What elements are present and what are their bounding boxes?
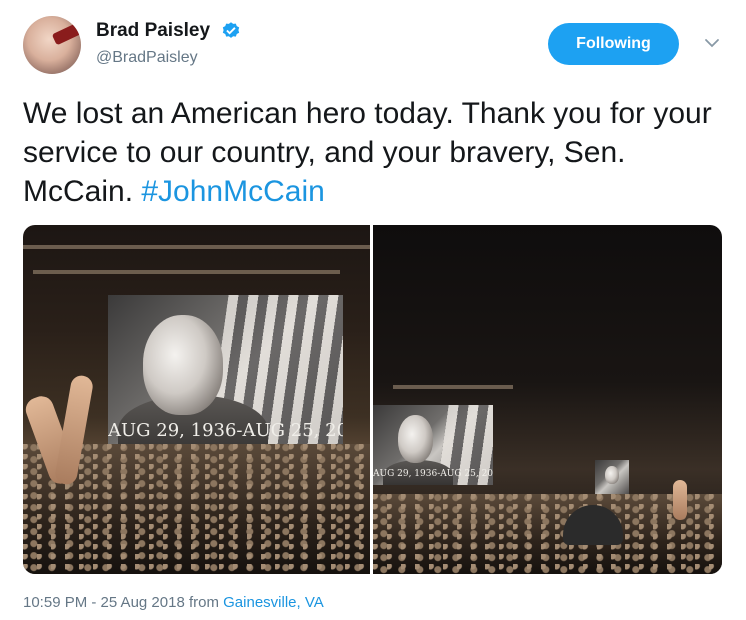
media-grid: AUG 29, 1936-AUG 25, 2018 AUG 29, 1936-A… <box>23 225 722 574</box>
tweet-text: We lost an American hero today. Thank yo… <box>23 94 723 211</box>
photo-1[interactable]: AUG 29, 1936-AUG 25, 2018 <box>23 225 370 574</box>
avatar[interactable] <box>23 16 81 74</box>
from-label: from <box>188 594 219 611</box>
hashtag-link[interactable]: #JohnMcCain <box>141 175 324 208</box>
stage-truss <box>393 385 513 389</box>
stage-truss <box>33 270 340 274</box>
stage-truss <box>23 245 370 249</box>
location-link[interactable]: Gainesville, VA <box>223 594 324 611</box>
side-screen <box>595 460 629 494</box>
stage-screen: AUG 29, 1936-AUG 25, 2018 <box>373 405 493 485</box>
raised-hand <box>673 480 687 520</box>
tweet-body: We lost an American hero today. Thank yo… <box>23 97 712 208</box>
tweet-meta: 10:59 PM - 25 Aug 2018 from Gainesville,… <box>23 594 324 611</box>
screen-caption: AUG 29, 1936-AUG 25, 2018 <box>373 469 493 479</box>
handle[interactable]: @BradPaisley <box>96 49 241 67</box>
photo-2[interactable]: AUG 29, 1936-AUG 25, 2018 <box>373 225 722 574</box>
timestamp[interactable]: 10:59 PM - 25 Aug 2018 <box>23 594 185 611</box>
avatar-detail <box>51 22 81 46</box>
chevron-down-icon[interactable] <box>704 37 720 49</box>
verified-badge-icon <box>222 22 239 38</box>
following-button[interactable]: Following <box>548 23 679 65</box>
crowd <box>373 494 722 574</box>
stage-screen: AUG 29, 1936-AUG 25, 2018 <box>108 295 343 445</box>
author-info: Brad Paisley @BradPaisley <box>96 20 241 67</box>
screen-caption: AUG 29, 1936-AUG 25, 2018 <box>108 420 343 441</box>
display-name[interactable]: Brad Paisley <box>96 20 210 42</box>
